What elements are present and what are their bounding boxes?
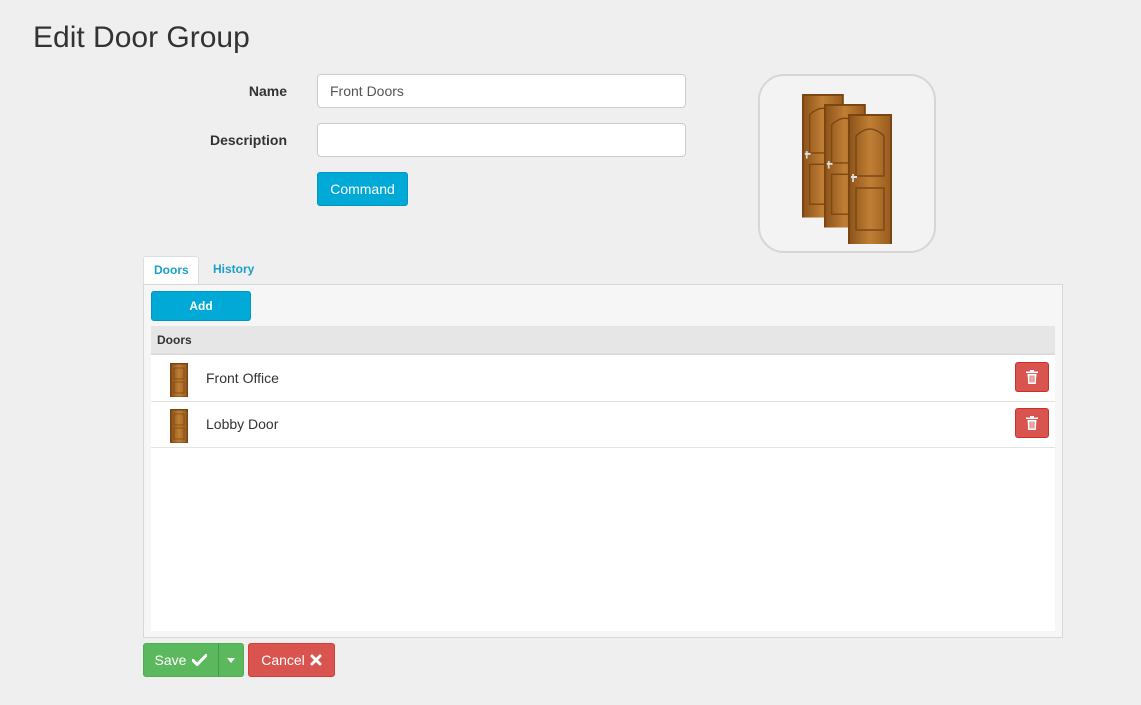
cancel-label: Cancel: [261, 652, 305, 668]
trash-icon: [1026, 416, 1038, 430]
doors-grid: Doors Front Office Lobby Door: [151, 326, 1055, 631]
description-input[interactable]: [317, 123, 686, 157]
tab-doors[interactable]: Doors: [143, 256, 199, 285]
door-name: Lobby Door: [206, 416, 279, 432]
add-door-button[interactable]: Add: [151, 291, 251, 321]
door-group-image[interactable]: [758, 74, 936, 253]
command-button[interactable]: Command: [317, 172, 408, 206]
trash-icon: [1026, 370, 1038, 384]
door-name: Front Office: [206, 370, 279, 386]
delete-door-button[interactable]: [1015, 408, 1049, 438]
checkmark-icon: [192, 654, 208, 666]
grid-column-header: Doors: [151, 326, 1055, 355]
doors-group-image: [801, 92, 893, 244]
save-dropdown-toggle[interactable]: [218, 643, 244, 677]
doors-tab-panel: Add Doors Front Office Lobby Door: [143, 284, 1063, 638]
page-title: Edit Door Group: [33, 21, 250, 54]
delete-door-button[interactable]: [1015, 362, 1049, 392]
table-row[interactable]: Lobby Door: [151, 402, 1055, 448]
caret-down-icon: [227, 657, 235, 663]
name-input[interactable]: [317, 74, 686, 108]
tab-history[interactable]: History: [203, 256, 264, 285]
close-icon: [310, 654, 322, 666]
save-button[interactable]: Save: [143, 643, 219, 677]
table-row[interactable]: Front Office: [151, 356, 1055, 402]
door-icon: [170, 363, 188, 397]
cancel-button[interactable]: Cancel: [248, 643, 335, 677]
save-label: Save: [154, 652, 187, 668]
description-label: Description: [209, 132, 287, 148]
door-icon: [170, 409, 188, 443]
name-label: Name: [248, 83, 287, 99]
